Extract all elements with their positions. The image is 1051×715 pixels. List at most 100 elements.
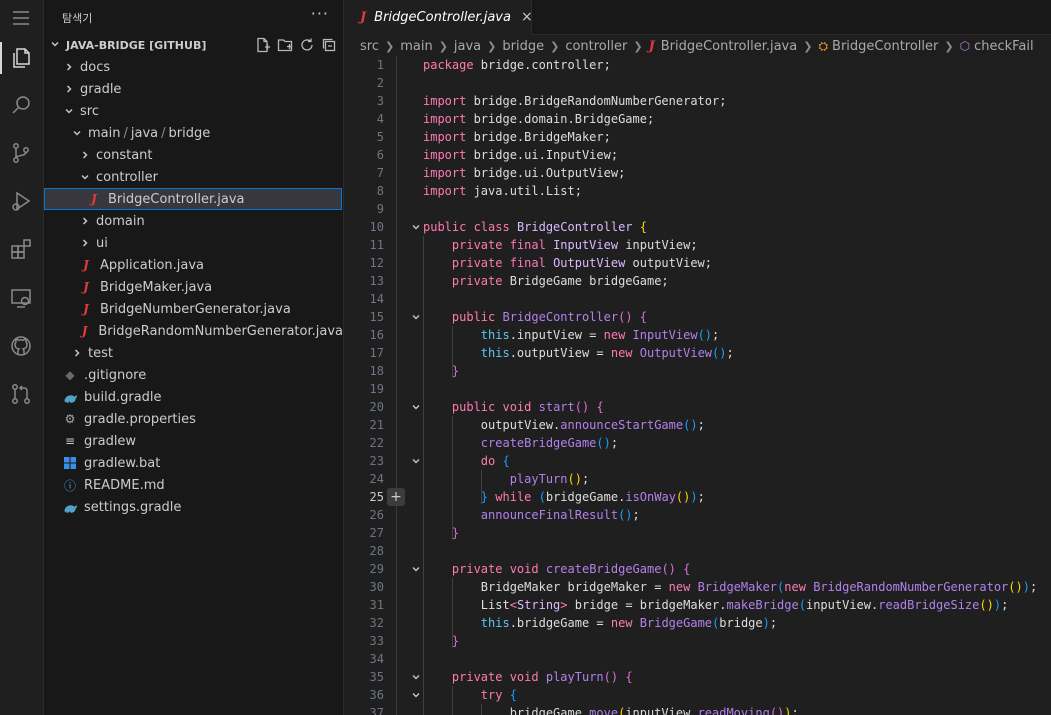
code-line[interactable]: import bridge.ui.InputView; bbox=[423, 146, 618, 164]
tree-file[interactable]: J BridgeController.java bbox=[44, 188, 342, 210]
tree-folder[interactable]: src bbox=[44, 100, 343, 122]
fold-chevron-icon[interactable] bbox=[410, 308, 422, 326]
new-folder-icon[interactable] bbox=[277, 37, 293, 57]
fold-chevron-icon[interactable] bbox=[410, 218, 422, 236]
tree-path-segment[interactable]: java bbox=[131, 126, 158, 141]
code-line[interactable]: BridgeMaker bridgeMaker = new BridgeMake… bbox=[423, 578, 1037, 596]
tree-file[interactable]: J BridgeNumberGenerator.java bbox=[44, 298, 343, 320]
tree-file[interactable]: J Application.java bbox=[44, 254, 343, 276]
code-line[interactable]: package bridge.controller; bbox=[423, 56, 611, 74]
tree-file[interactable]: ⓘ README.md bbox=[44, 474, 343, 496]
tab-bridgecontroller[interactable]: J BridgeController.java × bbox=[344, 0, 533, 35]
code-line[interactable]: import bridge.domain.BridgeGame; bbox=[423, 110, 654, 128]
close-icon[interactable]: × bbox=[521, 9, 533, 25]
tree-folder[interactable]: gradle bbox=[44, 78, 343, 100]
menu-icon[interactable] bbox=[6, 3, 36, 33]
files-icon[interactable] bbox=[6, 43, 36, 73]
code-line[interactable]: createBridgeGame(); bbox=[423, 434, 618, 452]
code-line[interactable]: playTurn(); bbox=[423, 470, 589, 488]
breadcrumb-item[interactable]: main bbox=[400, 39, 432, 54]
code-line[interactable]: List<String> bridge = bridgeMaker.makeBr… bbox=[423, 596, 1009, 614]
code-line[interactable]: private final InputView inputView; bbox=[423, 236, 698, 254]
code-line[interactable]: } bbox=[423, 632, 459, 650]
tree-file[interactable]: ≡ gradlew bbox=[44, 430, 343, 452]
tree-folder[interactable]: main / java / bridge bbox=[44, 122, 343, 144]
code-line[interactable]: try { bbox=[423, 686, 517, 704]
run-debug-icon[interactable] bbox=[6, 186, 36, 216]
code-line[interactable]: bridgeGame.move(inputView.readMoving()); bbox=[423, 704, 799, 715]
fold-chevron-icon[interactable] bbox=[410, 398, 422, 416]
tree-path-segment[interactable]: bridge bbox=[169, 126, 211, 141]
code-line[interactable]: import java.util.List; bbox=[423, 182, 582, 200]
code-line[interactable]: } bbox=[423, 524, 459, 542]
tree-folder[interactable]: test bbox=[44, 342, 343, 364]
new-file-icon[interactable] bbox=[255, 37, 271, 57]
code-token: () bbox=[661, 562, 676, 576]
code-line[interactable]: announceFinalResult(); bbox=[423, 506, 640, 524]
tree-path-segment[interactable]: main bbox=[88, 126, 120, 141]
tree-file[interactable]: gradlew.bat bbox=[44, 452, 343, 474]
code-line[interactable]: import bridge.BridgeMaker; bbox=[423, 128, 611, 146]
add-comment-icon[interactable]: + bbox=[387, 488, 405, 506]
code-line[interactable]: public class BridgeController { bbox=[423, 218, 647, 236]
collapse-all-icon[interactable] bbox=[321, 37, 337, 57]
code-line[interactable]: public BridgeController() { bbox=[423, 308, 647, 326]
breadcrumb-item[interactable]: src bbox=[360, 39, 379, 54]
tree-folder[interactable]: controller bbox=[44, 166, 343, 188]
tree-folder[interactable]: constant bbox=[44, 144, 343, 166]
refresh-icon[interactable] bbox=[299, 37, 315, 57]
code-line[interactable]: this.inputView = new InputView(); bbox=[423, 326, 719, 344]
tree-file[interactable]: build.gradle bbox=[44, 386, 343, 408]
extensions-icon[interactable] bbox=[6, 234, 36, 264]
code-line[interactable]: do { bbox=[423, 452, 510, 470]
code-token: import bbox=[423, 166, 467, 180]
github-icon[interactable] bbox=[6, 331, 36, 361]
code-line[interactable]: } bbox=[423, 362, 459, 380]
line-number: 33 bbox=[369, 634, 384, 648]
code-editor[interactable]: 1 package bridge.controller; 2 3 import brid… bbox=[344, 56, 1051, 715]
code-token: new bbox=[610, 346, 633, 360]
more-actions-icon[interactable]: ··· bbox=[311, 4, 329, 23]
fold-chevron-icon[interactable] bbox=[410, 686, 422, 704]
tree-file[interactable]: J BridgeMaker.java bbox=[44, 276, 343, 298]
tree-folder[interactable]: domain bbox=[44, 210, 343, 232]
remote-explorer-icon[interactable] bbox=[6, 283, 36, 313]
line-number: 35 bbox=[369, 670, 384, 684]
code-line[interactable]: import bridge.ui.OutputView; bbox=[423, 164, 625, 182]
tree-file[interactable]: settings.gradle bbox=[44, 496, 343, 518]
breadcrumb-item[interactable]: java bbox=[454, 39, 481, 54]
tree-folder[interactable]: docs bbox=[44, 56, 343, 78]
line-number: 9 bbox=[376, 202, 384, 216]
tree-file[interactable]: J BridgeRandomNumberGenerator.java bbox=[44, 320, 343, 342]
breadcrumb-item[interactable]: checkFail bbox=[974, 39, 1034, 54]
fold-chevron-icon[interactable] bbox=[410, 452, 422, 470]
code-line[interactable]: } while (bridgeGame.isOnWay()); bbox=[423, 488, 705, 506]
source-control-icon[interactable] bbox=[6, 138, 36, 168]
code-line[interactable]: private final OutputView outputView; bbox=[423, 254, 712, 272]
code-line[interactable]: outputView.announceStartGame(); bbox=[423, 416, 705, 434]
tree-file[interactable]: ⚙ gradle.properties bbox=[44, 408, 343, 430]
code-line[interactable]: public void start() { bbox=[423, 398, 604, 416]
code-line[interactable]: this.outputView = new OutputView(); bbox=[423, 344, 734, 362]
fold-chevron-icon[interactable] bbox=[410, 668, 422, 686]
code-token: public bbox=[451, 310, 496, 324]
breadcrumb-item[interactable]: controller bbox=[565, 39, 627, 54]
tree-folder[interactable]: ui bbox=[44, 232, 343, 254]
chevron-right-icon: ❯ bbox=[487, 39, 497, 53]
fold-chevron-icon[interactable] bbox=[410, 560, 422, 578]
code-line[interactable]: this.bridgeGame = new BridgeGame(bridge)… bbox=[423, 614, 777, 632]
code-line[interactable]: import bridge.BridgeRandomNumberGenerato… bbox=[423, 92, 726, 110]
breadcrumb-item[interactable]: BridgeController bbox=[832, 39, 938, 54]
pull-requests-icon[interactable] bbox=[6, 379, 36, 409]
sidebar-title: 탐색기 bbox=[62, 12, 93, 25]
breadcrumb-item[interactable]: BridgeController.java bbox=[661, 39, 798, 54]
search-icon[interactable] bbox=[6, 90, 36, 120]
breadcrumb-item[interactable]: bridge bbox=[502, 39, 544, 54]
tree-file[interactable]: ◆ .gitignore bbox=[44, 364, 343, 386]
code-line[interactable]: private void playTurn() { bbox=[423, 668, 633, 686]
code-line[interactable]: private void createBridgeGame() { bbox=[423, 560, 690, 578]
code-line[interactable]: private BridgeGame bridgeGame; bbox=[423, 272, 669, 290]
